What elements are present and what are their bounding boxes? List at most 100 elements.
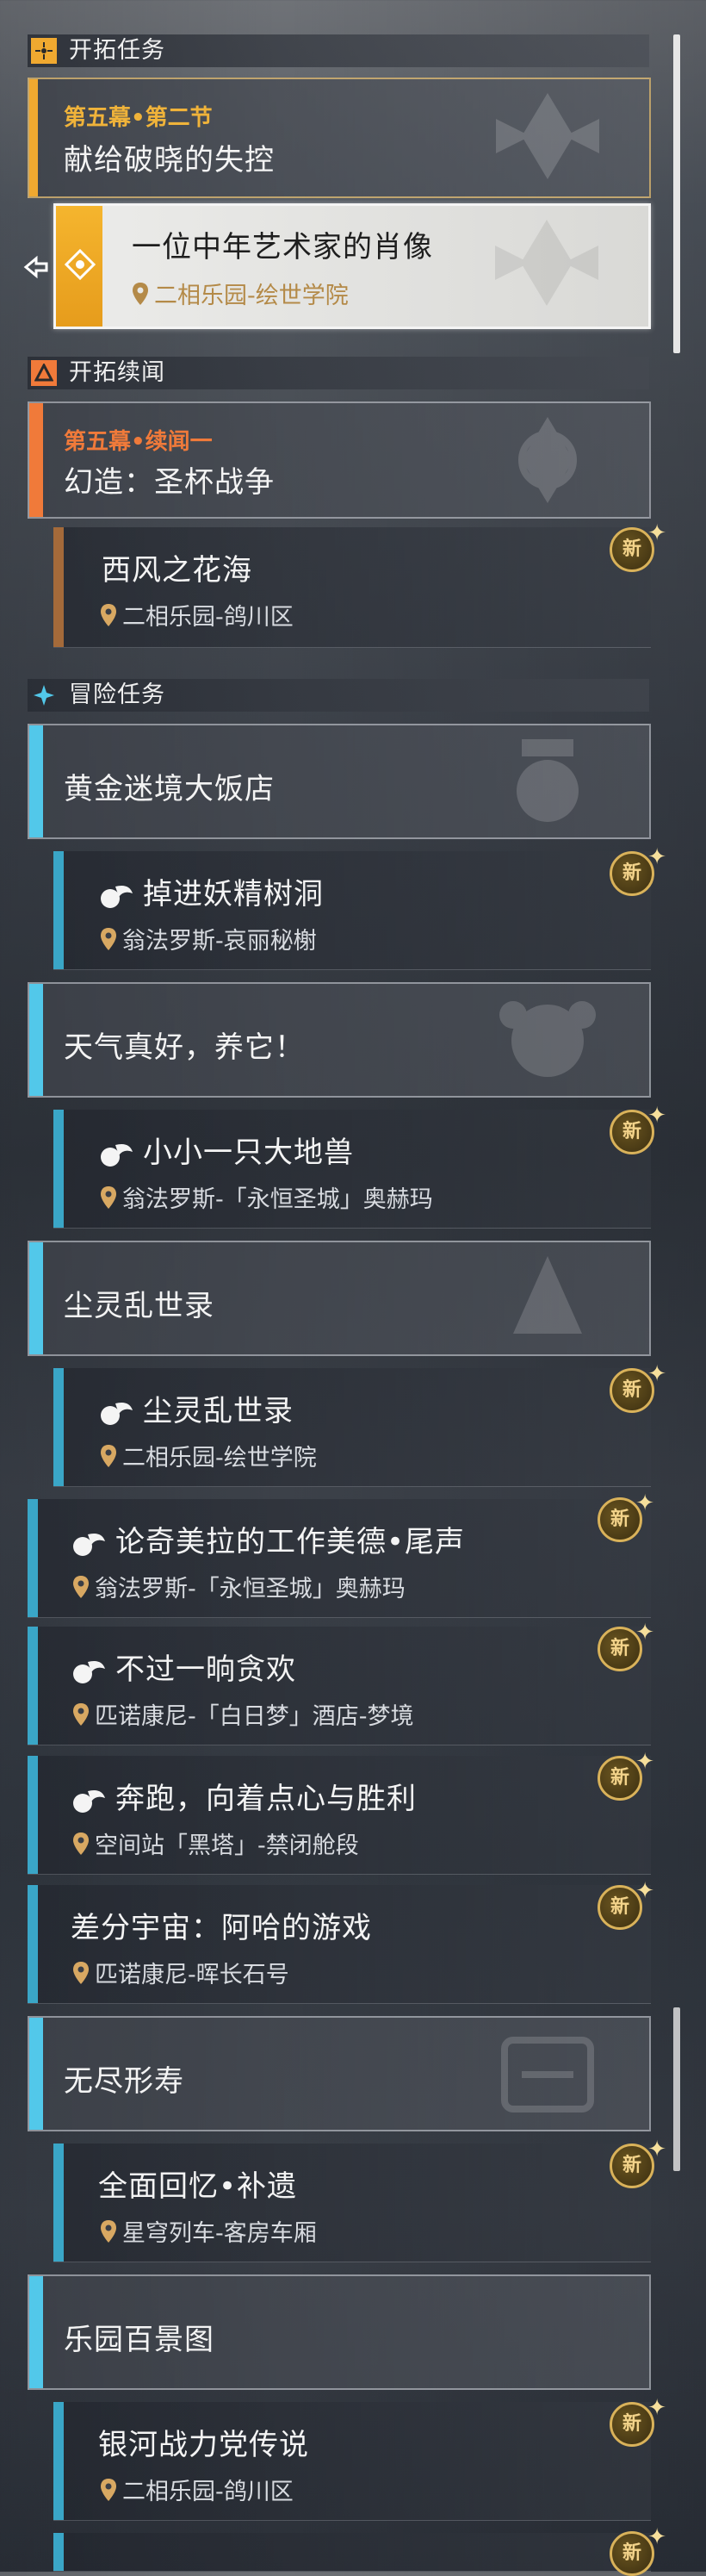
- mission-icon: [73, 1789, 105, 1813]
- new-badge: 新 ✦: [610, 2524, 666, 2576]
- companion-icon: [31, 360, 57, 386]
- location-pin-icon: [101, 1185, 116, 1209]
- quest-card-xifeng[interactable]: 西风之花海 二相乐园-鸽川区: [53, 527, 651, 648]
- location-pin-icon: [101, 603, 116, 626]
- location-text: 二相乐园-鸽川区: [122, 604, 294, 631]
- quest-title-row: 论奇美拉的工作美德•尾声: [71, 1518, 465, 1560]
- quest-title: 幻造：圣杯战争: [64, 465, 275, 500]
- location-pin-icon: [73, 1961, 89, 1984]
- quest-title-row: 掉进妖精树洞: [98, 870, 324, 912]
- quest-group-leyuan[interactable]: 乐园百景图: [28, 2274, 651, 2390]
- quest-accent-bar: [53, 1368, 64, 1486]
- quest-group-chenling[interactable]: 尘灵乱世录: [28, 1241, 651, 1356]
- quest-card-partial[interactable]: [53, 2533, 651, 2572]
- quest-card-chenling[interactable]: 尘灵乱世录 二相乐园-绘世学院: [53, 1368, 651, 1487]
- location-text: 匹诺康尼-「白日梦」酒店-梦境: [95, 1703, 414, 1730]
- new-badge: 新 ✦: [598, 1749, 654, 1801]
- location-text: 翁法罗斯-「永恒圣城」奥赫玛: [95, 1576, 406, 1602]
- quest-accent-bar: [53, 527, 64, 647]
- quest-accent-bar: [28, 1885, 38, 2003]
- location-pin-icon: [73, 1832, 89, 1855]
- quest-title: 论奇美拉的工作美德•尾声: [115, 1525, 466, 1559]
- quest-accent-bar: [53, 2533, 64, 2571]
- quest-accent-bar: [28, 1756, 38, 1874]
- quest-title-row: 奔跑，向着点心与胜利: [71, 1775, 417, 1817]
- section-title: 开拓续闻: [69, 359, 165, 386]
- watermark-emblem-icon: [499, 1001, 596, 1077]
- quest-location: 二相乐园-绘世学院: [132, 277, 349, 310]
- sparkle-icon: ✦: [635, 1620, 654, 1646]
- quest-card-act5-side1[interactable]: 第五幕•续闻一 幻造：圣杯战争: [28, 401, 651, 519]
- location-pin-icon: [101, 1444, 116, 1467]
- new-badge: 新 ✦: [610, 2395, 666, 2447]
- quest-title: 差分宇宙：阿哈的游戏: [71, 1911, 372, 1945]
- quest-card-xiaoxiao[interactable]: 小小一只大地兽 翁法罗斯-「永恒圣城」奥赫玛: [53, 1110, 651, 1229]
- location-pin-icon: [73, 1702, 89, 1726]
- quest-location: 匹诺康尼-「白日梦」酒店-梦境: [72, 1697, 414, 1731]
- mission-icon: [73, 1660, 105, 1683]
- quest-accent-bar: [29, 984, 43, 1096]
- section-header-companion: 开拓续闻: [28, 357, 649, 389]
- quest-card-chafen[interactable]: 差分宇宙：阿哈的游戏 匹诺康尼-晖长石号: [28, 1885, 651, 2004]
- quest-group-wujin[interactable]: 无尽形寿: [28, 2016, 651, 2131]
- watermark-emblem-icon: [517, 739, 579, 822]
- location-text: 二相乐园-绘世学院: [154, 283, 349, 309]
- quest-accent-bar: [53, 2402, 64, 2520]
- quest-card-yaojing[interactable]: 掉进妖精树洞 翁法罗斯-哀丽秘榭: [53, 851, 651, 970]
- quest-list-panel: 开拓任务 第五幕•第二节 献给破晓的失控 一位中年艺术家的肖像 二相乐园-绘世学…: [0, 0, 706, 2576]
- quest-card-quanmian[interactable]: 全面回忆•补遗 星穹列车-客房车厢: [53, 2144, 651, 2262]
- quest-title: 西风之花海: [102, 553, 252, 588]
- quest-card-buguo[interactable]: 不过一晌贪欢 匹诺康尼-「白日梦」酒店-梦境: [28, 1627, 651, 1745]
- quest-accent-bar: [53, 2144, 64, 2262]
- mission-icon: [73, 1533, 105, 1556]
- quest-location: 星穹列车-客房车厢: [100, 2214, 317, 2248]
- quest-location: 空间站「黑塔」-禁闭舱段: [72, 1826, 359, 1860]
- mission-icon: [101, 1143, 133, 1167]
- quest-card-yinhe[interactable]: 银河战力党传说 二相乐园-鸽川区: [53, 2402, 651, 2521]
- location-text: 翁法罗斯-哀丽秘榭: [122, 928, 317, 955]
- mission-icon: [101, 885, 133, 908]
- adventure-icon: [31, 682, 57, 708]
- location-pin-icon: [133, 282, 148, 305]
- new-badge: 新 ✦: [610, 1103, 666, 1154]
- quest-location: 翁法罗斯-「永恒圣城」奥赫玛: [100, 1180, 433, 1214]
- quest-group-golden[interactable]: 黄金迷境大饭店: [28, 724, 651, 839]
- quest-title: 小小一只大地兽: [143, 1136, 354, 1170]
- section-header-adventure: 冒险任务: [28, 679, 649, 712]
- quest-accent-bar: [29, 79, 38, 196]
- sparkle-icon: ✦: [635, 1878, 654, 1904]
- location-pin-icon: [101, 2219, 116, 2243]
- sparkle-icon: ✦: [647, 2137, 666, 2162]
- new-badge: 新 ✦: [598, 1490, 654, 1542]
- sparkle-icon: ✦: [647, 844, 666, 870]
- section-title: 冒险任务: [69, 681, 165, 708]
- quest-group-weather[interactable]: 天气真好，养它！: [28, 982, 651, 1098]
- sparkle-icon: ✦: [635, 1749, 654, 1775]
- new-badge: 新 ✦: [610, 1361, 666, 1413]
- quest-card-act5-ch2[interactable]: 第五幕•第二节 献给破晓的失控: [28, 78, 651, 198]
- quest-title: 乐园百景图: [64, 2323, 214, 2357]
- quest-title: 尘灵乱世录: [143, 1394, 294, 1428]
- quest-location: 翁法罗斯-哀丽秘榭: [100, 922, 317, 955]
- location-text: 空间站「黑塔」-禁闭舱段: [95, 1832, 359, 1859]
- selection-pointer-icon: [23, 255, 48, 279]
- sparkle-icon: ✦: [635, 1490, 654, 1516]
- scrollbar-thumb[interactable]: [673, 2007, 680, 2171]
- watermark-emblem-icon: [513, 1256, 582, 1334]
- quest-title: 黄金迷境大饭店: [64, 772, 275, 806]
- quest-card-portrait[interactable]: 一位中年艺术家的肖像 二相乐园-绘世学院: [53, 203, 651, 329]
- location-text: 翁法罗斯-「永恒圣城」奥赫玛: [122, 1186, 433, 1213]
- quest-accent-bar: [29, 403, 43, 517]
- watermark-emblem-icon: [495, 220, 598, 306]
- quest-title: 银河战力党传说: [98, 2428, 309, 2462]
- scrollbar-thumb[interactable]: [673, 34, 680, 353]
- quest-accent-bar: [53, 851, 64, 969]
- sparkle-icon: ✦: [647, 2395, 666, 2421]
- watermark-emblem-icon: [518, 417, 577, 503]
- new-badge: 新 ✦: [610, 844, 666, 896]
- quest-accent-bar: [29, 2018, 43, 2130]
- quest-card-chimera[interactable]: 论奇美拉的工作美德•尾声 翁法罗斯-「永恒圣城」奥赫玛: [28, 1499, 651, 1618]
- quest-card-benpao[interactable]: 奔跑，向着点心与胜利 空间站「黑塔」-禁闭舱段: [28, 1756, 651, 1875]
- quest-title: 不过一晌贪欢: [115, 1652, 296, 1687]
- location-text: 星穹列车-客房车厢: [122, 2220, 317, 2247]
